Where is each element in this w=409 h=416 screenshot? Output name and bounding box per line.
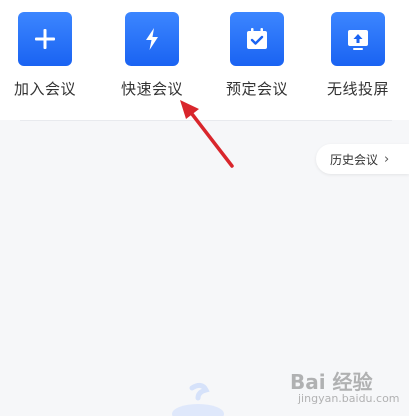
join-meeting-tile[interactable] xyxy=(18,12,72,66)
join-meeting-label: 加入会议 xyxy=(13,80,76,98)
calendar-check-icon xyxy=(247,28,267,49)
watermark-url: jingyan.baidu.com xyxy=(298,392,400,405)
join-meeting-button[interactable]: 加入会议 xyxy=(0,12,90,104)
schedule-meeting-button[interactable]: 预定会议 xyxy=(212,12,302,104)
screen-cast-icon xyxy=(348,30,368,50)
quick-meeting-button[interactable]: 快速会议 xyxy=(107,12,197,104)
quick-meeting-tile[interactable] xyxy=(125,12,179,66)
plus-icon xyxy=(35,29,55,49)
schedule-meeting-label: 预定会议 xyxy=(225,80,288,98)
schedule-meeting-tile[interactable] xyxy=(230,12,284,66)
section-divider xyxy=(20,120,392,121)
bottom-illustration xyxy=(172,382,224,416)
chevron-right-icon: › xyxy=(384,151,390,167)
quick-meeting-label: 快速会议 xyxy=(120,80,183,98)
annotation-arrow-shaft xyxy=(190,112,234,168)
lightning-icon xyxy=(146,28,158,50)
wireless-cast-label: 无线投屏 xyxy=(326,80,389,98)
history-meetings-label: 历史会议 xyxy=(330,152,379,167)
history-meetings-button[interactable]: 历史会议 › xyxy=(316,144,409,174)
wireless-cast-button[interactable]: 无线投屏 xyxy=(313,12,403,104)
watermark-logo: Bai 经验 xyxy=(290,370,373,394)
quick-actions-panel: 加入会议 快速会议 预定会议 无线投屏 xyxy=(0,0,409,120)
wireless-cast-tile[interactable] xyxy=(331,12,385,66)
